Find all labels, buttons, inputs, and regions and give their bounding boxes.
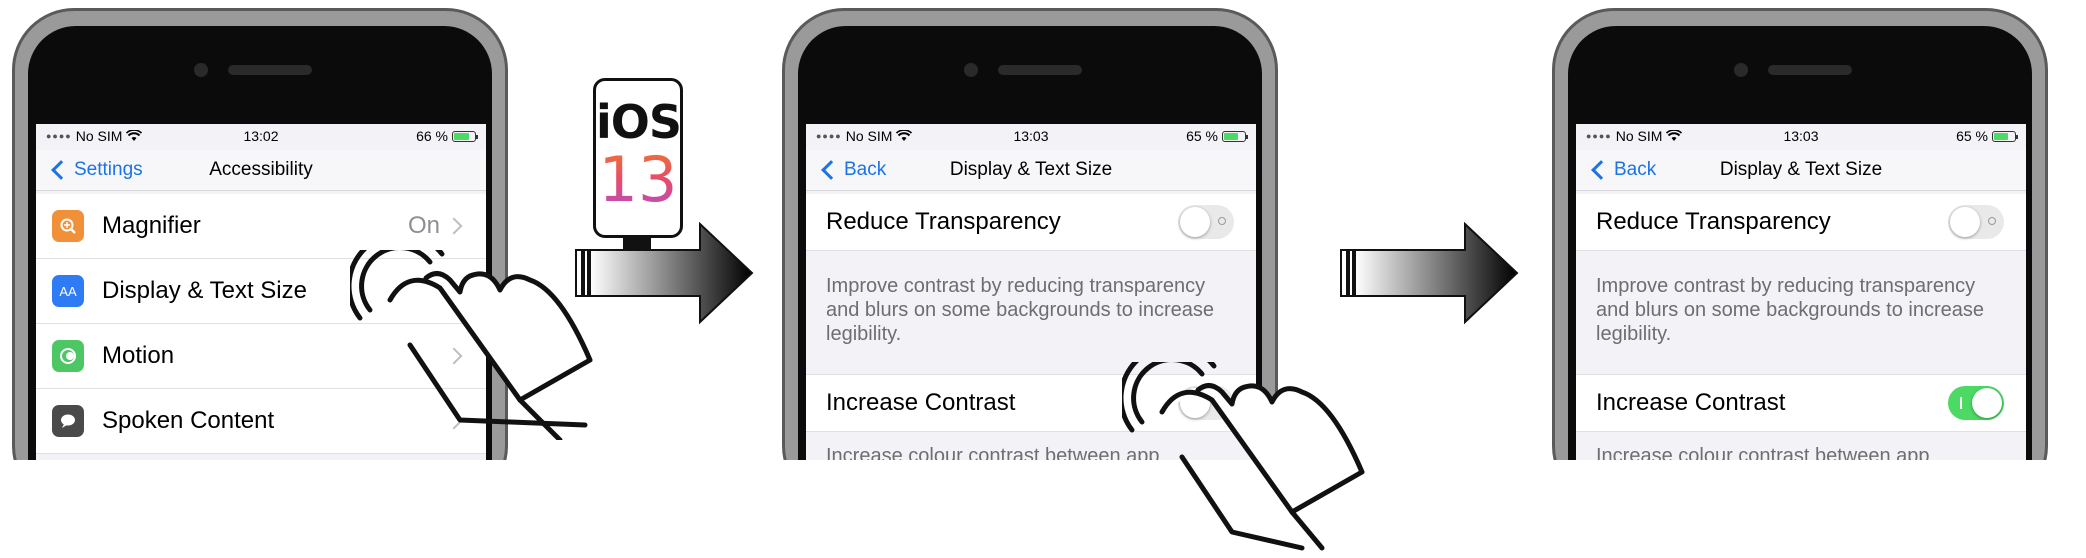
tap-hand-icon [1122, 362, 1365, 551]
battery-percent: 65 % [1956, 128, 1988, 144]
navigation-bar: Back Display & Text Size [1576, 150, 2026, 191]
speaker-grille [998, 65, 1082, 75]
reduce-transparency-row: Reduce Transparency [1576, 194, 2026, 251]
increase-contrast-row: Increase Contrast [1576, 374, 2026, 432]
battery-percent: 66 % [416, 128, 448, 144]
list-item-label: Display & Text Size [102, 277, 307, 304]
reduce-transparency-row: Reduce Transparency [806, 194, 1256, 251]
status-bar: ●●●● No SIM 13:02 66 % [36, 124, 486, 146]
battery-percent: 65 % [1186, 128, 1218, 144]
camera-icon [964, 63, 978, 77]
text-size-icon: AA [52, 275, 84, 307]
list-item-label: Magnifier [102, 212, 201, 239]
setting-label: Increase Contrast [826, 389, 1016, 416]
ios-version-badge: iOS 13 [593, 78, 683, 238]
reduce-transparency-description: Improve contrast by reducing transparenc… [1596, 275, 1985, 345]
ios-label: iOS [596, 95, 682, 149]
page-title: Accessibility [209, 159, 313, 180]
page-title: Display & Text Size [949, 159, 1113, 180]
setting-label: Reduce Transparency [1596, 208, 1831, 235]
arrow-right-icon [575, 222, 754, 325]
magnifier-icon [52, 210, 84, 242]
navigation-bar: Settings Accessibility [36, 150, 486, 191]
text-size-glyph: AA [59, 283, 77, 299]
speaker-grille [1768, 65, 1852, 75]
speaker-grille [228, 65, 312, 75]
screen: ●●●● No SIM 13:03 65 % Back Display & Te… [1576, 124, 2026, 460]
increase-contrast-description: Increase colour contrast between app [1596, 445, 1930, 460]
camera-icon [1734, 63, 1748, 77]
arrow-right-icon [1340, 222, 1519, 325]
ios-version-number: 13 [596, 143, 680, 216]
list-item-label: Motion [102, 342, 175, 369]
setting-label: Increase Contrast [1596, 389, 1786, 416]
battery-icon [1992, 130, 2018, 142]
speech-icon [52, 405, 84, 437]
reduce-transparency-toggle[interactable] [1948, 205, 2004, 239]
reduce-transparency-toggle[interactable] [1178, 205, 1234, 239]
motion-icon [52, 340, 84, 372]
status-bar: ●●●● No SIM 13:03 65 % [1576, 124, 2026, 146]
tap-hand-icon [350, 250, 593, 440]
increase-contrast-toggle[interactable] [1948, 386, 2004, 420]
list-item-value: On [407, 212, 440, 239]
phone-3: ●●●● No SIM 13:03 65 % Back Display & Te… [1540, 8, 2060, 460]
chevron-right-icon [445, 217, 463, 235]
setting-label: Reduce Transparency [826, 208, 1061, 235]
status-bar: ●●●● No SIM 13:03 65 % [806, 124, 1256, 146]
list-item-label: Spoken Content [102, 407, 275, 434]
navigation-bar: Back Display & Text Size [806, 150, 1256, 191]
battery-icon [1222, 130, 1248, 142]
battery-icon [452, 130, 478, 142]
page-title: Display & Text Size [1719, 159, 1883, 180]
reduce-transparency-description: Improve contrast by reducing transparenc… [826, 275, 1215, 345]
camera-icon [194, 63, 208, 77]
